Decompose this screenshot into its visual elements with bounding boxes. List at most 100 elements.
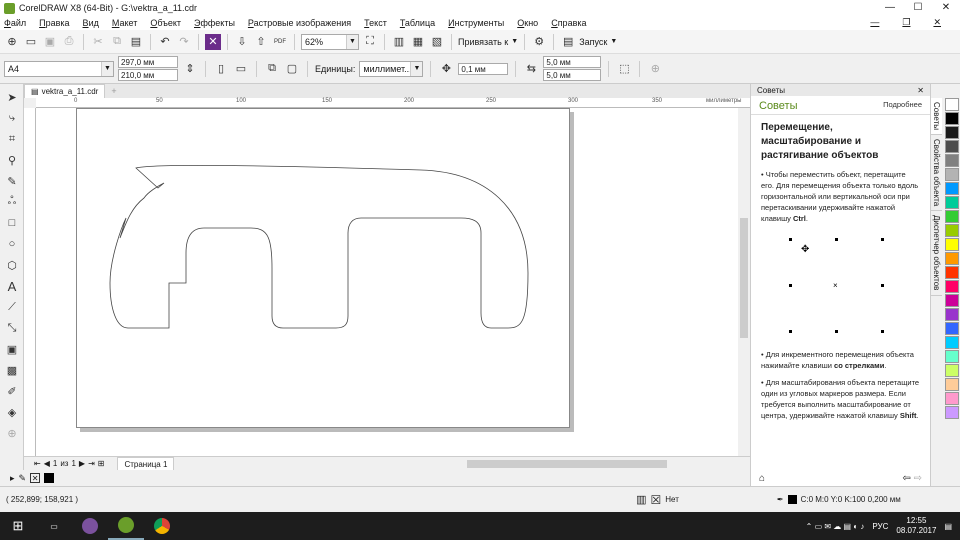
menu-view[interactable]: Вид (83, 18, 99, 28)
tab-tips[interactable]: Советы (931, 98, 942, 135)
add-tool-icon[interactable]: ⊕ (4, 425, 20, 441)
color-swatch[interactable] (945, 364, 959, 377)
home-icon[interactable]: ⌂ (759, 473, 765, 484)
page-border-icon[interactable]: ⬚ (616, 61, 632, 77)
more-link[interactable]: Подробнее (883, 100, 922, 112)
color-swatch[interactable] (945, 196, 959, 209)
color-swatch[interactable] (945, 322, 959, 335)
zoom-tool-icon[interactable]: ⚲ (4, 152, 20, 168)
menu-window[interactable]: Окно (517, 18, 538, 28)
menu-tools[interactable]: Инструменты (448, 18, 504, 28)
publish-pdf-icon[interactable]: PDF (272, 34, 288, 50)
palette-expand-icon[interactable]: ▸ (10, 473, 15, 484)
color-swatch[interactable] (945, 112, 959, 125)
all-pages-icon[interactable]: ⧉ (264, 61, 280, 77)
color-swatch[interactable] (945, 350, 959, 363)
new-tab-button[interactable]: + (111, 86, 116, 96)
last-page-icon[interactable]: ⇥ (88, 459, 95, 468)
landscape-icon[interactable]: ▭ (233, 61, 249, 77)
redo-icon[interactable]: ↷ (176, 34, 192, 50)
artistic-media-icon[interactable]: ஃ (4, 194, 20, 210)
transparency-tool-icon[interactable]: ▩ (4, 362, 20, 378)
next-page-icon[interactable]: ▶ (79, 459, 85, 468)
menu-edit[interactable]: Правка (39, 18, 69, 28)
color-swatch[interactable] (945, 98, 959, 111)
shape-tool-icon[interactable]: ⤷ (4, 110, 20, 126)
rectangle-tool-icon[interactable]: □ (4, 215, 20, 231)
launch-dropdown[interactable]: Запуск (579, 37, 607, 47)
current-page-icon[interactable]: ▢ (284, 61, 300, 77)
horizontal-scrollbar[interactable] (467, 459, 668, 468)
options-gear-icon[interactable]: ⚙ (531, 34, 547, 50)
duplicate-y-input[interactable]: 5,0 мм (543, 69, 602, 81)
vertical-scrollbar[interactable] (738, 108, 750, 456)
undo-icon[interactable]: ↶ (157, 34, 173, 50)
color-swatch[interactable] (945, 308, 959, 321)
units-combo[interactable]: миллимет... ▼ (359, 60, 424, 77)
add-preset-icon[interactable]: ⊕ (647, 61, 663, 77)
black-swatch[interactable] (44, 473, 55, 483)
color-swatch[interactable] (945, 406, 959, 419)
zoom-level-combo[interactable]: 62% ▼ (301, 33, 359, 50)
ellipse-tool-icon[interactable]: ○ (4, 236, 20, 252)
tab-object-properties[interactable]: Свойства объекта (931, 135, 942, 212)
save-icon[interactable]: ▣ (42, 34, 58, 50)
parallel-dimension-icon[interactable]: ⟋ (4, 299, 20, 315)
freehand-tool-icon[interactable]: ✎ (4, 173, 20, 189)
menu-layout[interactable]: Макет (112, 18, 137, 28)
doc-minimize-button[interactable]: — (870, 17, 879, 28)
maximize-button[interactable]: ☐ (904, 0, 932, 16)
first-page-icon[interactable]: ⇤ (34, 459, 41, 468)
color-swatch[interactable] (945, 392, 959, 405)
import-icon[interactable]: ⇩ (234, 34, 250, 50)
color-swatch[interactable] (945, 126, 959, 139)
cut-icon[interactable]: ✂ (90, 34, 106, 50)
color-swatch[interactable] (945, 140, 959, 153)
tray-icons[interactable]: ⌃ ▭ ✉ ☁ ▤ ◐ ♪ (806, 522, 865, 531)
interactive-fill-icon[interactable]: ◈ (4, 404, 20, 420)
start-button[interactable]: ⊞ (0, 512, 36, 540)
page-tab[interactable]: Страница 1 (117, 456, 175, 471)
document-tab[interactable]: ▤ vektra_a_11.cdr (24, 84, 106, 98)
doc-close-button[interactable]: ✕ (933, 17, 941, 28)
duplicate-x-input[interactable]: 5,0 мм (543, 56, 602, 68)
forward-icon[interactable]: ⇨ (914, 473, 922, 484)
color-swatch[interactable] (945, 378, 959, 391)
snap-to-dropdown[interactable]: Привязать к (458, 37, 508, 47)
grid-icon[interactable]: ▦ (410, 34, 426, 50)
doc-restore-button[interactable]: ❐ (902, 17, 910, 28)
color-swatch[interactable] (945, 224, 959, 237)
print-icon[interactable]: ⎙ (61, 34, 77, 50)
page-height-input[interactable]: 210,0 мм (118, 69, 178, 81)
search-content-icon[interactable]: ✕ (205, 33, 221, 50)
no-color-swatch[interactable]: ✕ (30, 473, 41, 483)
minimize-button[interactable]: — (876, 0, 904, 16)
guidelines-icon[interactable]: ▧ (429, 34, 445, 50)
tab-object-manager[interactable]: Диспетчер объектов (931, 211, 942, 296)
launch-icon[interactable]: ▤ (560, 34, 576, 50)
close-button[interactable]: ✕ (932, 0, 960, 16)
pick-tool-icon[interactable]: ➤ (4, 89, 20, 105)
full-screen-icon[interactable]: ⛶ (362, 34, 378, 50)
polygon-tool-icon[interactable]: ⬡ (4, 257, 20, 273)
eyedropper-tool-icon[interactable]: ✐ (4, 383, 20, 399)
copy-icon[interactable]: ⧉ (109, 34, 125, 50)
paste-icon[interactable]: ▤ (128, 34, 144, 50)
menu-help[interactable]: Справка (551, 18, 586, 28)
color-swatch[interactable] (945, 266, 959, 279)
color-swatch[interactable] (945, 336, 959, 349)
new-document-icon[interactable]: ⊕ (4, 34, 20, 50)
color-swatch[interactable] (945, 238, 959, 251)
menu-file[interactable]: Файл (4, 18, 26, 28)
color-swatch[interactable] (945, 182, 959, 195)
menu-text[interactable]: Текст (364, 18, 387, 28)
drop-shadow-icon[interactable]: ▣ (4, 341, 20, 357)
notifications-icon[interactable]: ▤ (944, 522, 952, 531)
nudge-distance-input[interactable]: 0,1 мм (458, 62, 509, 75)
open-icon[interactable]: ▭ (23, 34, 39, 50)
page-width-input[interactable]: 297,0 мм (118, 56, 178, 68)
color-swatch[interactable] (945, 168, 959, 181)
language-indicator[interactable]: РУС (872, 522, 888, 531)
color-swatch[interactable] (945, 294, 959, 307)
spinner-icon[interactable]: ⇕ (182, 61, 198, 77)
